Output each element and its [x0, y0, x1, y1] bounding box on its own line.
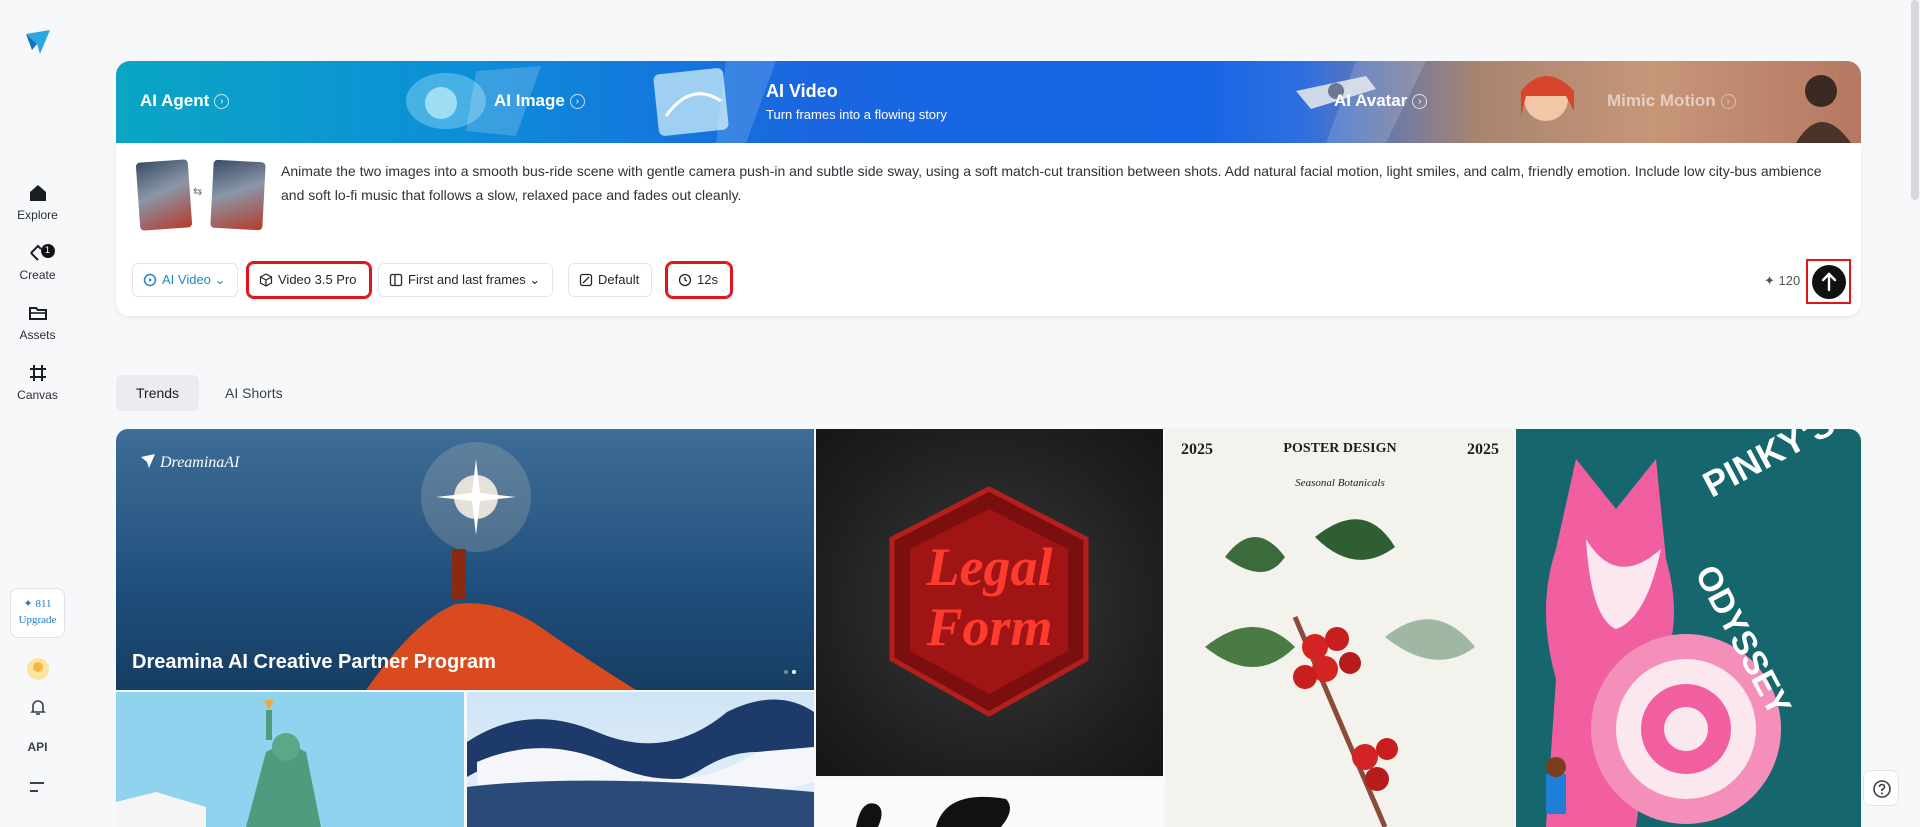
nav-explore-label: Explore: [17, 208, 58, 222]
api-link[interactable]: API: [0, 740, 75, 754]
tab-ai-video[interactable]: AI Video Turn frames into a flowing stor…: [766, 81, 947, 122]
generation-cost: ✦ 120: [1764, 273, 1801, 288]
model-select[interactable]: Video 3.5 Pro: [246, 261, 372, 299]
tab-ai-video-subtitle: Turn frames into a flowing story: [766, 107, 947, 122]
poster-year-right: 2025: [1467, 441, 1499, 458]
chevron-right-icon: ›: [214, 94, 230, 109]
send-button[interactable]: [1812, 265, 1846, 299]
hero-brand: DreaminaAI: [140, 453, 239, 472]
legal-form-card[interactable]: Legal Form: [816, 429, 1163, 776]
nav-explore[interactable]: Explore: [0, 182, 75, 222]
nav-assets-label: Assets: [19, 328, 56, 342]
legal-form-line-1: Legal: [926, 537, 1053, 597]
chevron-right-icon: ›: [1412, 94, 1428, 109]
sidebar: Explore 1 Create Assets Canvas ✦ 811 Upg…: [0, 0, 75, 827]
mimic-motion-art-icon: [1796, 75, 1851, 143]
tab-ai-shorts[interactable]: AI Shorts: [205, 375, 303, 411]
menu-icon[interactable]: [29, 780, 45, 792]
hero-brand-text: DreaminaAI: [160, 454, 240, 471]
first-frame-thumbnail[interactable]: [135, 159, 193, 231]
frames-select-label: First and last frames: [408, 272, 526, 287]
legal-form-title: Legal Form: [816, 537, 1163, 657]
credits-upgrade-card[interactable]: ✦ 811 Upgrade: [10, 588, 65, 638]
hero-card-partner-program[interactable]: DreaminaAI Dreamina AI Creative Partner …: [116, 429, 814, 690]
chevron-right-icon: ›: [569, 94, 585, 109]
pinkys-odyssey-card[interactable]: PINKY'S ODYSSEY: [1516, 429, 1861, 827]
tab-ai-avatar[interactable]: AI Avatar ›: [1334, 91, 1428, 111]
nav-canvas[interactable]: Canvas: [0, 362, 75, 402]
duration-select[interactable]: 12s: [665, 261, 733, 299]
dreamina-logo-icon[interactable]: [24, 28, 52, 56]
cube-icon: [259, 273, 273, 287]
fox-illustration: [1546, 459, 1781, 827]
generation-cost-value: 120: [1778, 273, 1801, 288]
waves-illustration: [467, 699, 814, 827]
last-frame-thumbnail[interactable]: [210, 159, 266, 231]
upgrade-link[interactable]: Upgrade: [11, 614, 64, 626]
poster-title: POSTER DESIGN: [1283, 441, 1397, 456]
tab-mimic-motion[interactable]: Mimic Motion ›: [1607, 91, 1736, 111]
aspect-ratio-icon: [579, 273, 593, 287]
duration-select-label: 12s: [697, 272, 718, 287]
carousel-dot[interactable]: [784, 670, 788, 674]
tab-ai-agent-label: AI Agent: [140, 91, 210, 110]
poster-subtitle: Seasonal Botanicals: [1295, 477, 1385, 489]
user-avatar[interactable]: [27, 658, 49, 680]
typography-card[interactable]: [816, 779, 1163, 827]
typography-illustration: [856, 796, 1010, 827]
dreamina-logo-icon: [141, 454, 155, 468]
mode-select[interactable]: AI Video ⌄: [132, 263, 239, 297]
carousel-dots[interactable]: [784, 669, 800, 675]
create-icon: 1: [27, 242, 55, 264]
tab-trends[interactable]: Trends: [116, 375, 200, 411]
tab-ai-image-label: AI Image: [494, 91, 565, 110]
tab-ai-video-title: AI Video: [766, 81, 838, 101]
chevron-right-icon: ›: [1720, 94, 1736, 109]
prompt-input[interactable]: Animate the two images into a smooth bus…: [281, 159, 1831, 207]
home-icon: [27, 182, 49, 204]
credits-count: ✦ 811: [23, 598, 52, 610]
poster-design-card[interactable]: 2025 POSTER DESIGN 2025 Seasonal Botanic…: [1165, 429, 1515, 827]
ratio-select-label: Default: [598, 272, 640, 287]
tab-ai-avatar-label: AI Avatar: [1334, 91, 1408, 110]
legal-form-line-2: Form: [926, 597, 1053, 657]
liberty-illustration: [116, 700, 321, 827]
frames-select[interactable]: First and last frames ⌄: [378, 263, 554, 297]
video-mode-icon: [143, 273, 157, 287]
chevron-down-icon: ⌄: [529, 272, 541, 287]
feature-banner: AI Agent › AI Image › AI Video Turn frames…: [116, 61, 1861, 143]
bell-icon[interactable]: [28, 697, 48, 717]
tab-ai-image[interactable]: AI Image ›: [494, 91, 585, 111]
arrow-up-icon: [1821, 272, 1837, 292]
swap-frames-icon[interactable]: ⇆: [193, 185, 202, 198]
tab-mimic-motion-label: Mimic Motion: [1607, 91, 1716, 110]
carousel-dot-active[interactable]: [792, 670, 796, 674]
hero-title: Dreamina AI Creative Partner Program: [132, 651, 496, 673]
question-icon: [1873, 780, 1891, 798]
ai-image-art-icon: [653, 61, 776, 143]
clock-icon: [678, 273, 692, 287]
mode-select-label: AI Video: [162, 272, 211, 287]
chevron-down-icon: ⌄: [214, 272, 226, 287]
folder-icon: [27, 302, 49, 324]
help-button[interactable]: [1863, 770, 1899, 806]
credits-value: 811: [35, 598, 52, 610]
nav-canvas-label: Canvas: [17, 388, 58, 402]
silk-waves-card[interactable]: [467, 692, 814, 827]
model-select-label: Video 3.5 Pro: [278, 272, 357, 287]
holly-illustration: [1205, 519, 1475, 827]
prompt-panel: ⇆ Animate the two images into a smooth b…: [116, 143, 1861, 316]
frames-icon: [389, 273, 403, 287]
ai-avatar-art-icon: [1521, 76, 1574, 121]
nav-create[interactable]: 1 Create: [0, 242, 75, 282]
canvas-icon: [27, 362, 49, 384]
statue-of-liberty-card[interactable]: [116, 692, 464, 827]
tab-ai-agent[interactable]: AI Agent ›: [140, 91, 230, 111]
create-badge: 1: [40, 244, 55, 258]
nav-create-label: Create: [19, 268, 56, 282]
send-button-highlight: [1806, 259, 1851, 304]
nav-assets[interactable]: Assets: [0, 302, 75, 342]
ratio-select[interactable]: Default: [568, 263, 653, 297]
page-scrollbar[interactable]: [1911, 0, 1919, 200]
